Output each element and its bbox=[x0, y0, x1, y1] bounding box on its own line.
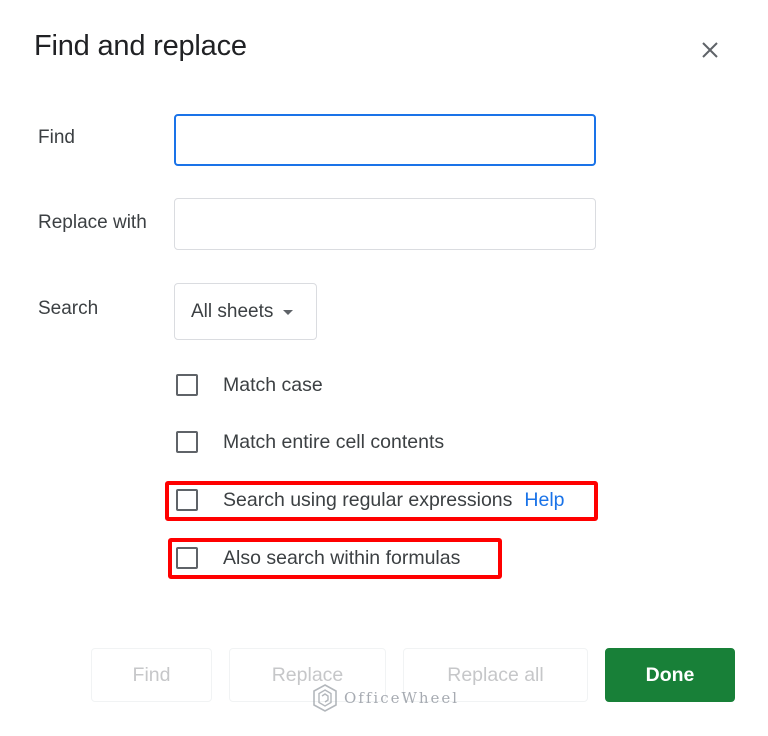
regex-option[interactable]: Search using regular expressions Help bbox=[176, 486, 565, 514]
find-and-replace-dialog: Find and replace Find Replace with Searc… bbox=[0, 0, 768, 736]
match-case-option[interactable]: Match case bbox=[176, 371, 323, 399]
close-button[interactable] bbox=[694, 34, 726, 66]
find-label: Find bbox=[38, 127, 75, 148]
regex-label: Search using regular expressions bbox=[223, 488, 513, 511]
help-link[interactable]: Help bbox=[524, 489, 564, 512]
find-button[interactable]: Find bbox=[91, 648, 212, 702]
replace-with-label: Replace with bbox=[38, 212, 147, 233]
match-case-checkbox[interactable] bbox=[176, 374, 198, 396]
dropdown-arrow-icon bbox=[283, 310, 294, 315]
close-icon bbox=[702, 42, 718, 58]
done-button[interactable]: Done bbox=[605, 648, 735, 702]
regex-checkbox[interactable] bbox=[176, 489, 198, 511]
dialog-title: Find and replace bbox=[34, 30, 247, 62]
search-scope-value: All sheets bbox=[191, 300, 274, 322]
find-input[interactable] bbox=[174, 114, 596, 166]
match-entire-cell-option[interactable]: Match entire cell contents bbox=[176, 428, 444, 456]
match-case-label: Match case bbox=[223, 373, 323, 396]
replace-with-input[interactable] bbox=[174, 198, 596, 250]
search-formulas-option[interactable]: Also search within formulas bbox=[176, 544, 460, 572]
search-formulas-checkbox[interactable] bbox=[176, 547, 198, 569]
search-formulas-label: Also search within formulas bbox=[223, 546, 461, 569]
search-scope-dropdown[interactable]: All sheets bbox=[174, 283, 317, 340]
search-label: Search bbox=[38, 298, 99, 319]
replace-all-button[interactable]: Replace all bbox=[403, 648, 588, 702]
match-entire-cell-label: Match entire cell contents bbox=[223, 430, 445, 453]
replace-button[interactable]: Replace bbox=[229, 648, 386, 702]
match-entire-cell-checkbox[interactable] bbox=[176, 431, 198, 453]
